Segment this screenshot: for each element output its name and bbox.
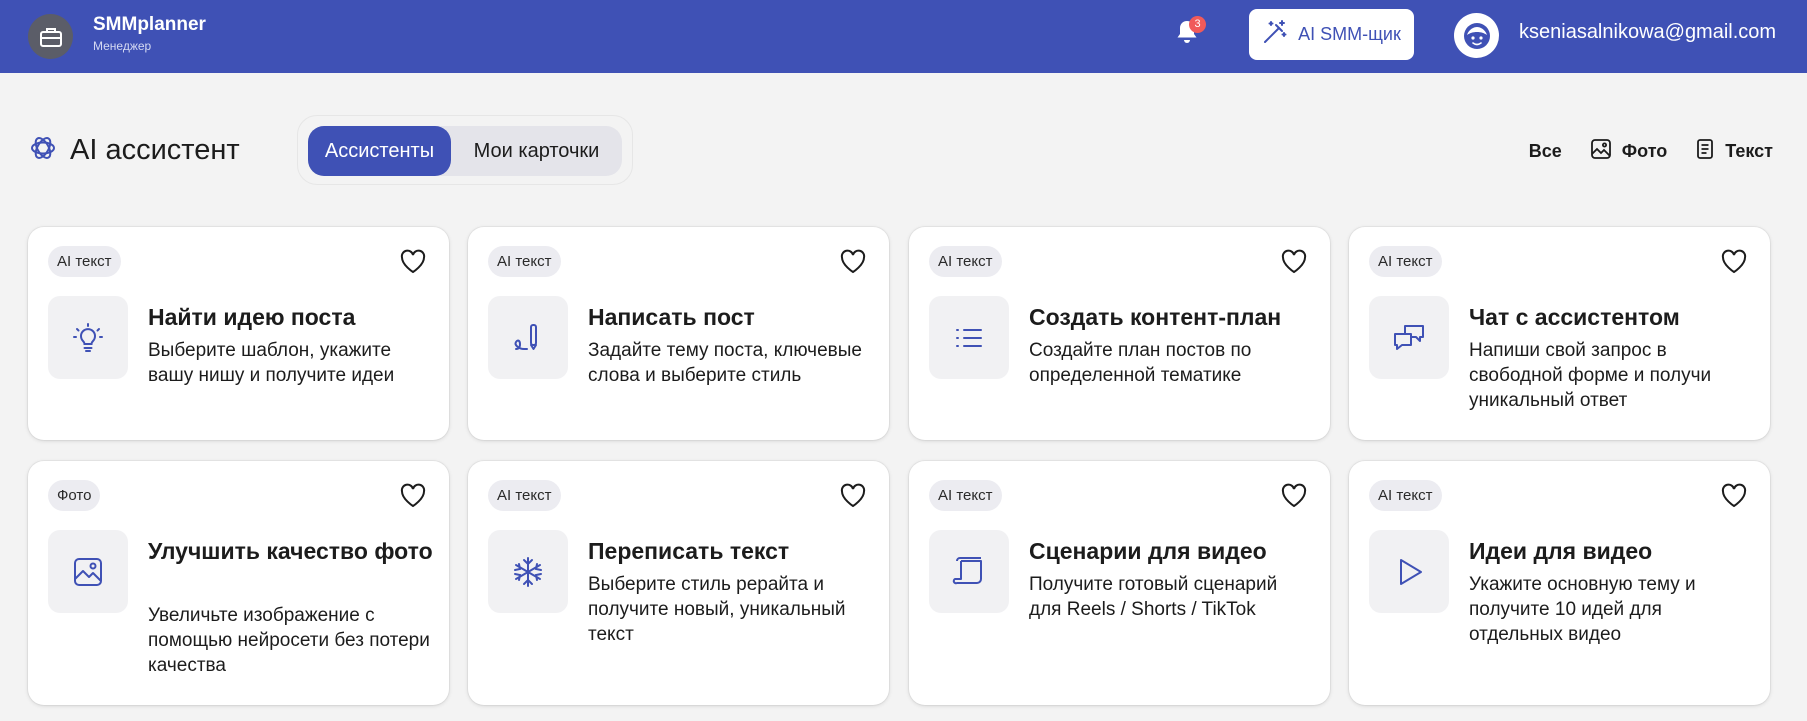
card-description: Укажите основную тему и получите 10 идей… — [1469, 574, 1696, 645]
card-tag: AI текст — [48, 246, 121, 277]
filter-all-label: Все — [1528, 141, 1562, 161]
notifications-button[interactable]: 3 — [1170, 16, 1206, 51]
filter-all[interactable]: Все — [1529, 141, 1562, 162]
card-title: Идеи для видео — [1469, 538, 1653, 564]
chat-icon — [1369, 296, 1449, 379]
card-title: Переписать текст — [588, 538, 790, 564]
heart-icon[interactable] — [399, 248, 427, 276]
page-title-wrap: AI ассистент — [28, 133, 240, 168]
card-description: Увеличьте изображение с помощью нейросет… — [148, 605, 430, 676]
briefcase-icon[interactable] — [28, 14, 73, 59]
user-avatar[interactable] — [1454, 13, 1499, 58]
card-find-post-idea[interactable]: AI текст Найти идею поста Выберите шабло… — [28, 227, 449, 440]
card-tag: AI текст — [1369, 246, 1442, 277]
brand-role: Менеджер — [93, 39, 152, 53]
tab-group: Ассистенты Мои карточки — [297, 115, 633, 185]
card-description: Создайте план постов по определенной тем… — [1029, 340, 1252, 386]
card-tag: AI текст — [929, 480, 1002, 511]
script-icon — [929, 530, 1009, 613]
card-title: Чат с ассистентом — [1469, 304, 1680, 330]
snowflake-icon — [488, 530, 568, 613]
card-video-scripts[interactable]: AI текст Сценарии для видео Получите гот… — [909, 461, 1330, 705]
heart-icon[interactable] — [839, 482, 867, 510]
card-tag: Фото — [48, 480, 101, 511]
card-tag: AI текст — [1369, 480, 1442, 511]
tab-track: Ассистенты Мои карточки — [308, 126, 622, 176]
card-title: Создать контент-план — [1029, 304, 1282, 330]
card-title: Написать пост — [588, 304, 755, 330]
heart-icon[interactable] — [1280, 248, 1308, 276]
card-description: Получите готовый сценарий для Reels / Sh… — [1029, 574, 1278, 620]
filter-text-label: Текст — [1725, 141, 1773, 161]
card-description: Напиши свой запрос в свободной форме и п… — [1469, 340, 1712, 411]
heart-icon[interactable] — [839, 248, 867, 276]
heart-icon[interactable] — [1280, 482, 1308, 510]
card-video-ideas[interactable]: AI текст Идеи для видео Укажите основную… — [1349, 461, 1770, 705]
lightbulb-icon — [48, 296, 128, 379]
card-tag: AI текст — [488, 246, 561, 277]
image-icon — [48, 530, 128, 613]
openai-icon — [28, 133, 58, 168]
card-title: Улучшить качество фото — [148, 538, 433, 564]
card-title: Сценарии для видео — [1029, 538, 1267, 564]
card-rewrite-text[interactable]: AI текст Переписать текст Выберите стиль… — [468, 461, 889, 705]
user-email[interactable]: kseniasalnikowa@gmail.com — [1519, 21, 1776, 44]
card-tag: AI текст — [488, 480, 561, 511]
card-tag: AI текст — [929, 246, 1002, 277]
heart-icon[interactable] — [1720, 482, 1748, 510]
card-content-plan[interactable]: AI текст Создать контент-план Создайте п… — [909, 227, 1330, 440]
notification-badge: 3 — [1189, 16, 1206, 33]
filter-text[interactable]: Текст — [1695, 138, 1773, 165]
pen-icon — [488, 296, 568, 379]
page-title: AI ассистент — [70, 134, 240, 166]
card-description: Выберите стиль рерайта и получите новый,… — [588, 574, 846, 645]
filter-bar: Все Фото Текст — [1529, 138, 1773, 165]
card-enhance-photo[interactable]: Фото Улучшить качество фото Увеличьте из… — [28, 461, 449, 705]
filter-photo[interactable]: Фото — [1590, 138, 1667, 165]
ai-smm-button[interactable]: AI SMM-щик — [1249, 9, 1414, 60]
play-icon — [1369, 530, 1449, 613]
filter-photo-label: Фото — [1621, 141, 1668, 161]
card-description: Задайте тему поста, ключевые слова и выб… — [588, 340, 862, 386]
document-icon — [1695, 138, 1715, 165]
card-description: Выберите шаблон, укажите вашу нишу и пол… — [148, 340, 395, 386]
top-header: SMMplanner Менеджер 3 AI SMM-щик ksenias… — [0, 0, 1807, 73]
ai-smm-button-label: AI SMM-щик — [1298, 24, 1401, 44]
image-icon — [1590, 138, 1612, 165]
tab-my-cards[interactable]: Мои карточки — [451, 126, 622, 176]
card-title: Найти идею поста — [148, 304, 356, 330]
magic-wand-icon — [1262, 19, 1288, 50]
brand-name: SMMplanner — [93, 14, 206, 35]
card-assistant-chat[interactable]: AI текст Чат с ассистентом Напиши свой з… — [1349, 227, 1770, 440]
heart-icon[interactable] — [1720, 248, 1748, 276]
heart-icon[interactable] — [399, 482, 427, 510]
card-write-post[interactable]: AI текст Написать пост Задайте тему пост… — [468, 227, 889, 440]
list-icon — [929, 296, 1009, 379]
tab-assistants[interactable]: Ассистенты — [308, 126, 451, 176]
